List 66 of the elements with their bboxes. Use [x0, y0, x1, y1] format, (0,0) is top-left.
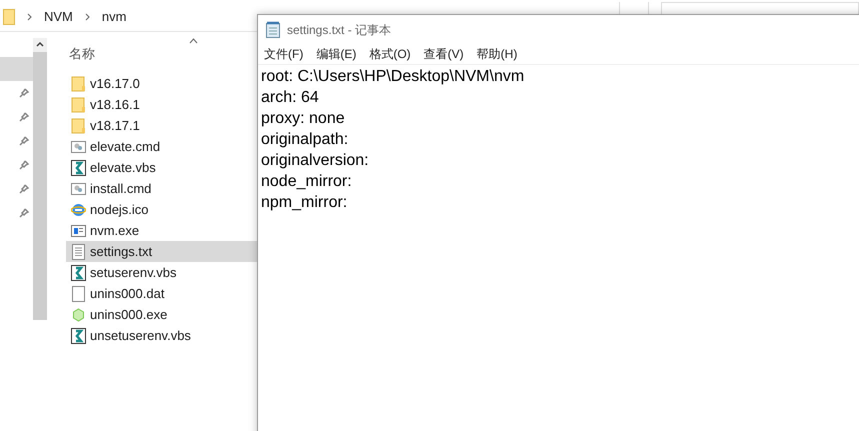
folder-icon — [71, 76, 86, 92]
chevron-icon — [84, 12, 90, 20]
menu-item[interactable]: 编辑(E) — [316, 45, 356, 63]
browser-icon — [71, 202, 86, 218]
pin-icon — [19, 160, 29, 170]
folder-icon — [71, 96, 86, 112]
text-file-icon — [71, 244, 86, 260]
text-line: node_mirror: — [261, 172, 353, 192]
file-row[interactable]: v18.16.1 — [66, 94, 257, 115]
app-window-icon — [71, 222, 86, 238]
text-line: originalpath: — [261, 130, 350, 150]
file-name: unins000.exe — [90, 306, 168, 324]
file-row[interactable]: setuserenv.vbs — [66, 262, 257, 283]
file-row[interactable]: nvm.exe — [66, 220, 257, 241]
script-icon — [71, 160, 86, 176]
file-name: elevate.cmd — [90, 138, 160, 156]
gears-icon — [71, 180, 86, 196]
breadcrumb-item[interactable]: nvm — [102, 6, 126, 26]
script-icon — [71, 328, 86, 344]
hexagon-icon — [71, 306, 86, 322]
file-row[interactable]: install.cmd — [66, 178, 257, 199]
file-row[interactable]: settings.txt — [66, 241, 257, 262]
chevron-icon — [27, 12, 32, 20]
file-row[interactable]: unins000.dat — [66, 283, 257, 304]
pin-icon — [19, 136, 29, 146]
file-row[interactable]: unsetuserenv.vbs — [66, 325, 257, 346]
script-icon — [71, 264, 86, 280]
file-row[interactable]: v18.17.1 — [66, 115, 257, 136]
file-row[interactable]: elevate.cmd — [66, 136, 257, 157]
file-icon — [71, 286, 86, 302]
file-row[interactable]: elevate.vbs — [66, 157, 257, 178]
pin-icon — [19, 88, 29, 98]
menu-item[interactable]: 文件(F) — [264, 45, 304, 63]
file-row[interactable]: nodejs.ico — [66, 199, 257, 220]
folder-icon — [3, 8, 15, 24]
window-title: settings.txt - 记事本 — [287, 22, 392, 38]
file-name: setuserenv.vbs — [90, 264, 176, 282]
column-header[interactable]: 名称 — [69, 44, 95, 64]
text-line: originalversion: — [261, 151, 370, 171]
file-name: nodejs.ico — [90, 200, 149, 219]
pin-icon — [19, 112, 29, 122]
file-name: elevate.vbs — [90, 158, 156, 177]
file-name: v16.17.0 — [90, 74, 140, 93]
menu-item[interactable]: 帮助(H) — [476, 45, 518, 63]
file-name: v18.17.1 — [90, 116, 140, 135]
breadcrumb-item[interactable]: NVM — [44, 6, 73, 26]
text-line: proxy: none — [261, 109, 346, 129]
notepad-icon — [265, 21, 281, 38]
file-row[interactable]: unins000.exe — [66, 304, 257, 325]
text-line: root: C:\Users\HP\Desktop\NVM\nvm — [261, 67, 526, 87]
file-name: settings.txt — [90, 242, 152, 261]
address-bar[interactable]: NVM nvm — [0, 2, 257, 32]
folder-icon — [71, 118, 86, 134]
file-row[interactable]: v16.17.0 — [66, 73, 257, 94]
file-name: unsetuserenv.vbs — [90, 326, 191, 345]
text-line: arch: 64 — [261, 88, 320, 108]
pin-icon — [19, 184, 29, 194]
text-line: npm_mirror: — [261, 193, 348, 213]
gears-icon — [71, 138, 86, 154]
file-name: install.cmd — [90, 180, 152, 198]
menu-item[interactable]: 查看(V) — [424, 45, 464, 63]
file-name: unins000.dat — [90, 284, 164, 303]
file-name: nvm.exe — [90, 222, 140, 240]
pin-icon — [19, 208, 29, 218]
file-name: v18.16.1 — [90, 96, 140, 114]
menu-item[interactable]: 格式(O) — [369, 45, 411, 63]
